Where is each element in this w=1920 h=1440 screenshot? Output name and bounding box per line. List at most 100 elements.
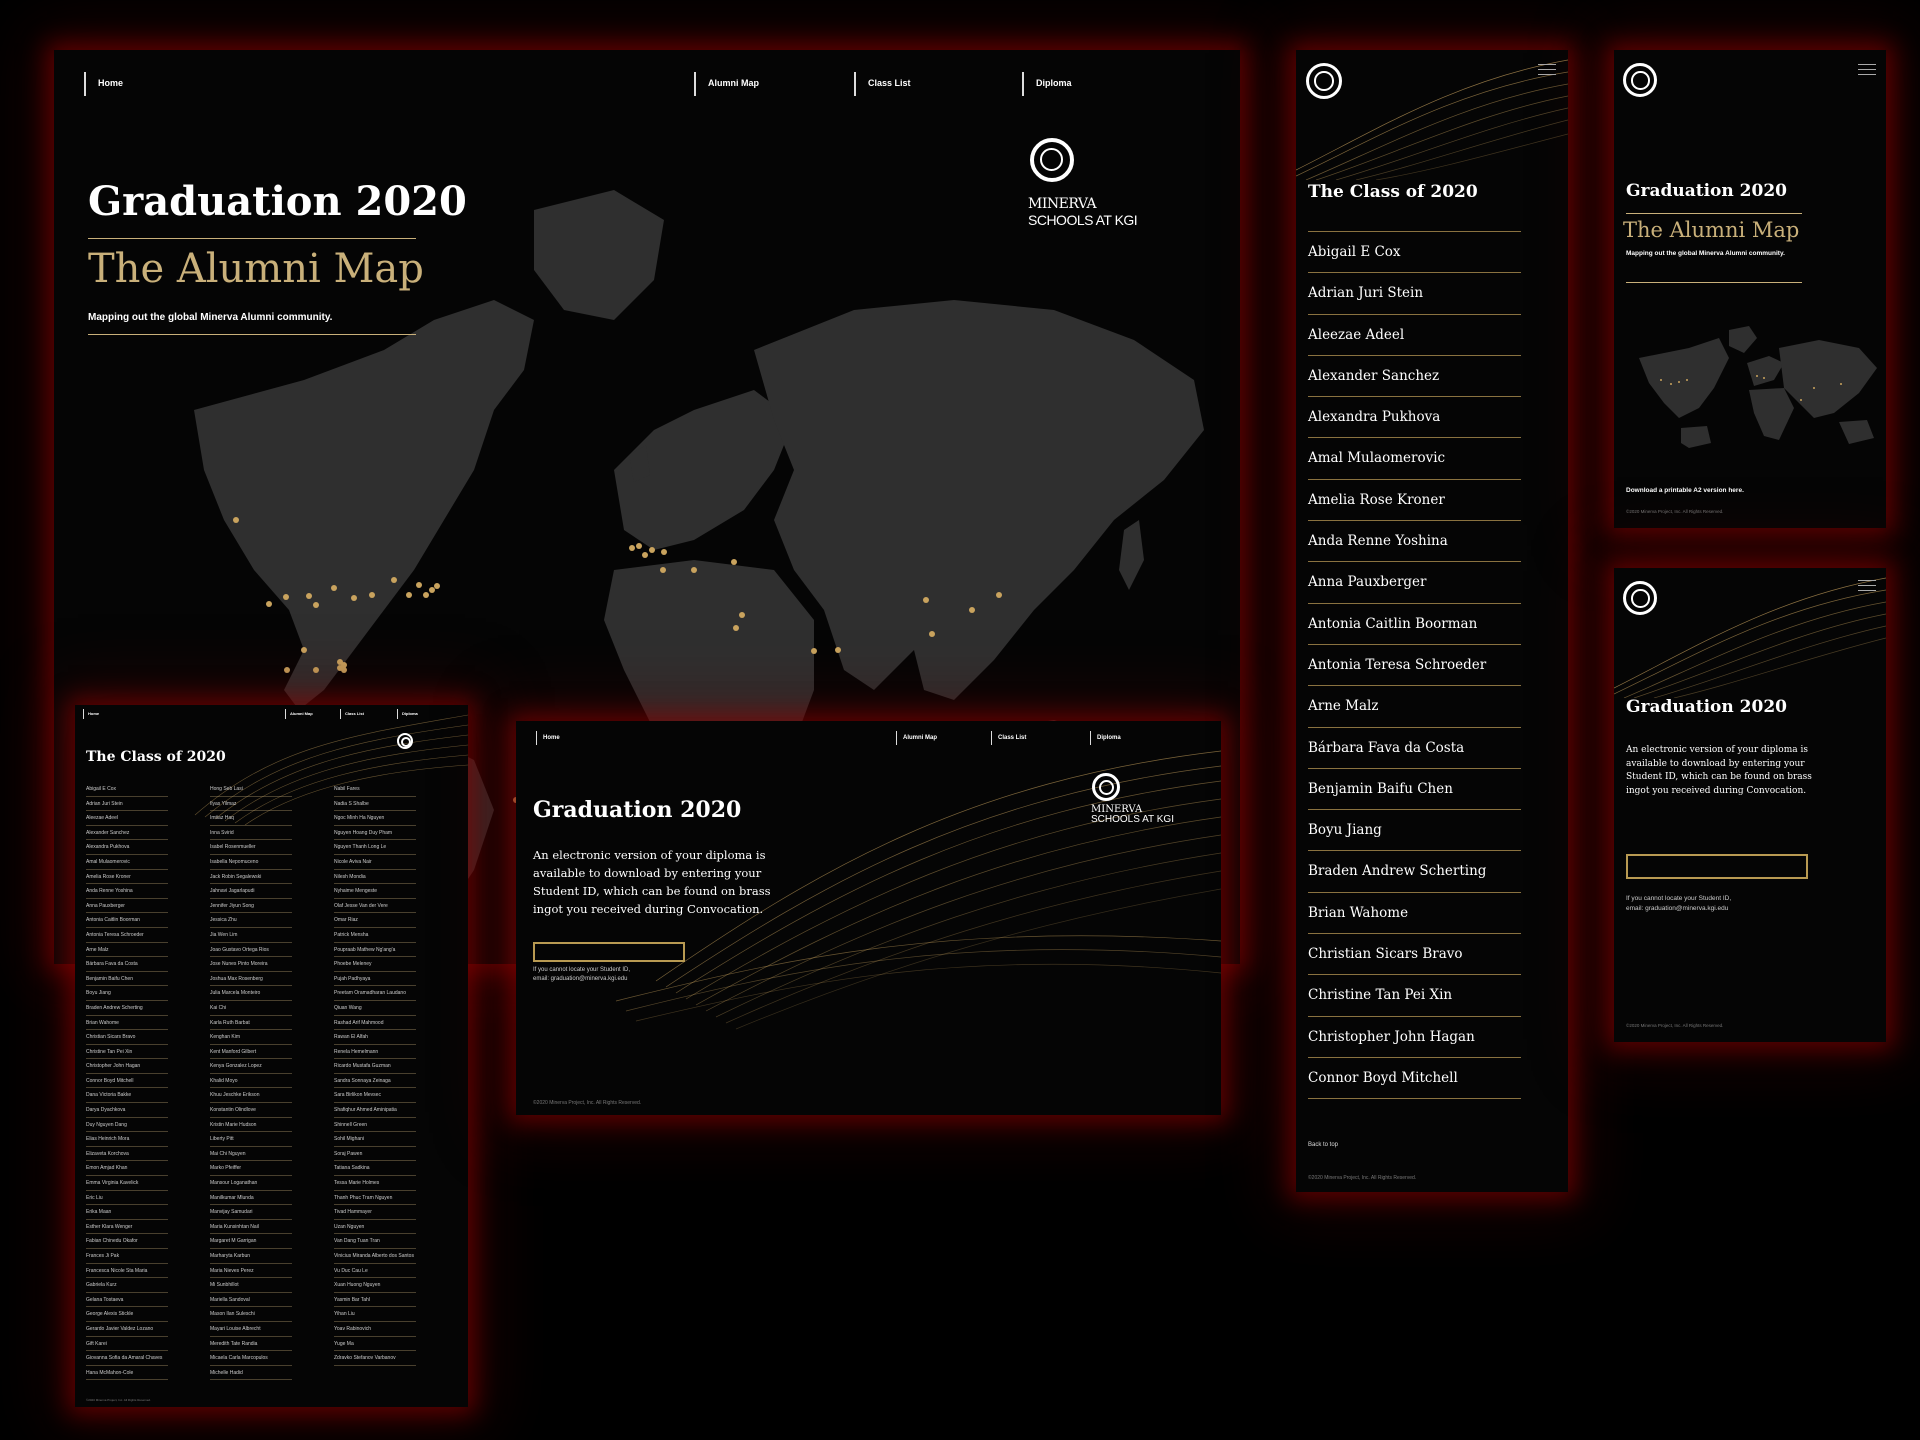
minerva-logo-icon[interactable] <box>1306 63 1342 99</box>
name-list-item: Micaela Carla Marcopulos <box>210 1351 292 1366</box>
student-id-input[interactable] <box>1626 854 1808 879</box>
name-list-item: Jessica Zhu <box>210 913 292 928</box>
name-list-item: Fabian Chinedu Okafor <box>86 1234 168 1249</box>
download-a2-link[interactable]: Download a printable A2 version here. <box>1626 487 1744 494</box>
minerva-logo-icon[interactable] <box>397 733 413 749</box>
name-list-item: Amal Mulaomerovic <box>86 855 168 870</box>
help-email[interactable]: email: graduation@minerva.kgi.edu <box>1626 904 1731 914</box>
help-text: If you cannot locate your Student ID, em… <box>1626 894 1731 914</box>
brand-line2: SCHOOLS AT KGI <box>1028 212 1138 228</box>
copyright: ©2020 Minerva Project, Inc. All Rights R… <box>1626 1023 1724 1028</box>
minerva-logo-icon[interactable] <box>1092 773 1120 801</box>
nav-class-list[interactable]: Class List <box>991 731 1026 745</box>
hamburger-menu-icon[interactable] <box>1858 580 1876 595</box>
name-list-item: Giovanna Sofia da Amaral Chaves <box>86 1351 168 1366</box>
name-list-item: Esther Klara Wenger <box>86 1220 168 1235</box>
name-list-item: Abigail E Cox <box>86 782 168 797</box>
nav-diploma[interactable]: Diploma <box>397 709 418 719</box>
name-list-item: Aleezae Adeel <box>1308 315 1521 356</box>
name-list-item: Omar Riaz <box>334 913 416 928</box>
nav-alumni-map[interactable]: Alumni Map <box>285 709 313 719</box>
nav-class-list[interactable]: Class List <box>854 72 911 96</box>
name-list-item: Bárbara Fava da Costa <box>86 957 168 972</box>
name-list-item: Elias Heinrich Mora <box>86 1132 168 1147</box>
nav-diploma[interactable]: Diploma <box>1090 731 1121 745</box>
minerva-logo-icon[interactable] <box>1623 581 1657 615</box>
name-list-item: Erika Maan <box>86 1205 168 1220</box>
desktop-class-list-panel: Home Alumni Map Class List Diploma The C… <box>75 705 468 1407</box>
nav-home[interactable]: Home <box>83 709 99 719</box>
name-list-item: Tivad Hammayer <box>334 1205 416 1220</box>
copyright: ©2020 Minerva Project, Inc. All Rights R… <box>533 1100 642 1106</box>
copyright: ©2020 Minerva Project, Inc. All Rights R… <box>1626 509 1724 514</box>
nav-diploma[interactable]: Diploma <box>1022 72 1072 96</box>
nav-class-list[interactable]: Class List <box>340 709 364 719</box>
name-list-item: Shinnell Green <box>334 1118 416 1133</box>
name-list-item: Boyu Jiang <box>86 986 168 1001</box>
name-list-item: Alexandra Pukhova <box>86 840 168 855</box>
copyright: ©2020 Minerva Project, Inc. All Rights R… <box>1308 1175 1417 1181</box>
name-list-item: Isabella Nepomuceno <box>210 855 292 870</box>
hamburger-menu-icon[interactable] <box>1858 64 1876 79</box>
page-title: Graduation 2020 <box>1626 697 1787 717</box>
name-column-2: Hong Seb Lasi Ilyas Yilmaz Imtiaz Haq Inna … <box>210 782 292 1381</box>
nav-home[interactable]: Home <box>84 72 123 96</box>
name-list-item: Duy Nguyen Dang <box>86 1118 168 1133</box>
brand-line1: MINERVA <box>1028 196 1097 212</box>
name-list-item: Liberty Pitt <box>210 1132 292 1147</box>
help-text: If you cannot locate your Student ID, em… <box>533 966 630 984</box>
name-list-item: Gerardo Javier Valdez Lozano <box>86 1322 168 1337</box>
name-list-item: Joshua Max Rosenberg <box>210 972 292 987</box>
name-list-item: Christopher John Hagan <box>86 1059 168 1074</box>
nav-alumni-map[interactable]: Alumni Map <box>694 72 759 96</box>
name-list-item: Emma Virginia Kavelick <box>86 1176 168 1191</box>
name-list-item: Khuu Jeschke Erikson <box>210 1088 292 1104</box>
nav-home[interactable]: Home <box>536 731 560 745</box>
name-list-item: Isabel Rosenmueller <box>210 840 292 855</box>
minerva-logo-icon[interactable] <box>1030 138 1074 182</box>
name-list-item: Jose Nunes Pinto Moreira <box>210 957 292 972</box>
name-list-item: Michelle Hadid <box>210 1366 292 1381</box>
student-id-input[interactable] <box>533 942 685 962</box>
name-list-item: Yoav Rabinovich <box>334 1322 416 1337</box>
back-to-top-link[interactable]: Back to top <box>1308 1142 1338 1148</box>
nav-alumni-map[interactable]: Alumni Map <box>896 731 937 745</box>
name-list-item: Nilesh Mondia <box>334 870 416 885</box>
brand-line2: SCHOOLS AT KGI <box>1091 814 1174 825</box>
name-list-item: Anda Renne Yoshina <box>86 884 168 899</box>
name-list-item: Marko Pfeiffer <box>210 1161 292 1177</box>
name-list-item: Sandra Sonnaya Zeinaga <box>334 1074 416 1089</box>
name-list-item: Amelia Rose Kroner <box>86 870 168 885</box>
name-list-item: Anna Pauxberger <box>86 899 168 914</box>
name-list-item: Adrian Juri Stein <box>86 797 168 812</box>
minerva-logo-icon[interactable] <box>1623 63 1657 97</box>
name-list-item: Nguyen Hoang Duy Pham <box>334 826 416 841</box>
name-list-item: George Alexis Stickle <box>86 1307 168 1322</box>
name-list-item: Patrick Mensha <box>334 928 416 943</box>
name-list-item: Shafiqhur Ahmed Aminipatia <box>334 1103 416 1118</box>
name-list-item: Eric Liu <box>86 1191 168 1206</box>
name-list-item: Christian Sicars Bravo <box>1308 934 1521 976</box>
name-list-item: Adrian Juri Stein <box>1308 273 1521 315</box>
name-list-item: Thanh Phuc Tram Nguyen <box>334 1191 416 1206</box>
name-list-item: Kenghan Kim <box>210 1030 292 1045</box>
name-list-item: Tessa Marie Holmes <box>334 1176 416 1191</box>
hamburger-menu-icon[interactable] <box>1538 64 1556 79</box>
name-list-item: Manvijay Samudari <box>210 1205 292 1220</box>
name-list-item: Vu Duc Cau Le <box>334 1264 416 1279</box>
help-email[interactable]: email: graduation@minerva.kgi.edu <box>533 975 630 984</box>
tagline-divider <box>88 334 416 335</box>
name-list-item: Phoebe Meleney <box>334 957 416 972</box>
name-list-item: Margaret M Garrigan <box>210 1234 292 1249</box>
name-list-item: Brian Wahome <box>86 1016 168 1031</box>
name-list-item: Brian Wahome <box>1308 893 1521 935</box>
name-list-item: Nadia S Shalbe <box>334 797 416 812</box>
name-list-item: Amelia Rose Kroner <box>1308 480 1521 522</box>
name-list-item: Antonia Teresa Schroeder <box>1308 645 1521 687</box>
name-list-item: Jahnavi Jagarlapudi <box>210 884 292 899</box>
mobile-class-list-panel: The Class of 2020 Abigail E Cox Adrian Ju… <box>1296 50 1568 1192</box>
name-list-item: Ngoc Minh Ha Nguyen <box>334 811 416 826</box>
page-tagline: Mapping out the global Minerva Alumni co… <box>1626 250 1785 257</box>
name-list-item: Van Dang Tuan Tran <box>334 1234 416 1249</box>
page-subtitle: The Alumni Map <box>88 246 424 292</box>
